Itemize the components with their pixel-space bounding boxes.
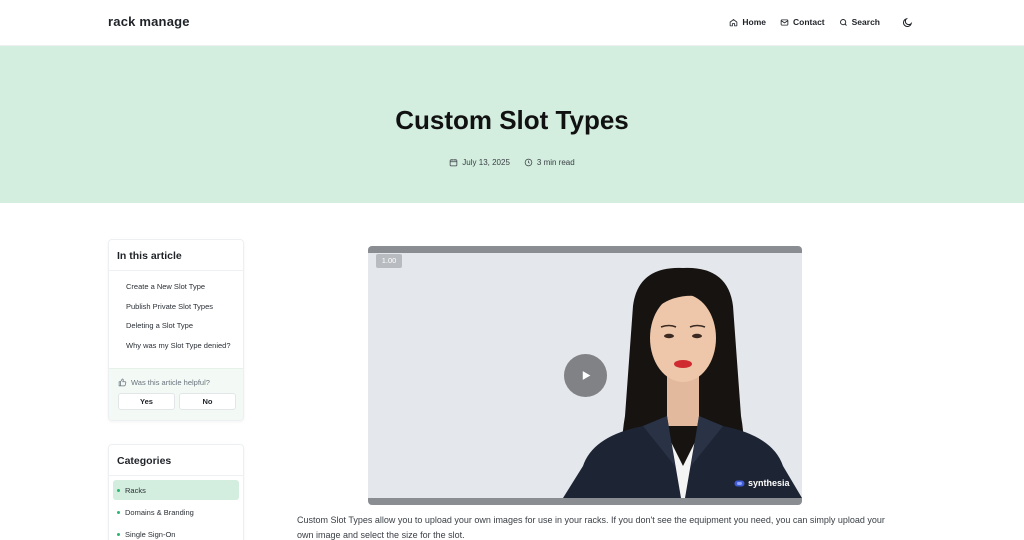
toc-link[interactable]: Deleting a Slot Type bbox=[126, 316, 243, 336]
category-item-sso[interactable]: Single Sign-On bbox=[113, 524, 239, 540]
play-button[interactable] bbox=[564, 354, 607, 397]
category-label: Domains & Branding bbox=[125, 507, 194, 517]
categories-title: Categories bbox=[109, 445, 243, 476]
watermark-text: synthesia bbox=[748, 478, 790, 488]
category-item-domains[interactable]: Domains & Branding bbox=[113, 502, 239, 522]
read-time-text: 3 min read bbox=[536, 158, 575, 167]
article-meta: July 13, 2025 3 min read bbox=[0, 158, 1024, 167]
home-icon bbox=[730, 18, 738, 26]
nav-contact-link[interactable]: Contact bbox=[780, 17, 825, 27]
hero-banner: Custom Slot Types July 13, 2025 3 min re… bbox=[0, 46, 1024, 203]
feedback-question: Was this article helpful? bbox=[118, 378, 210, 387]
article-intro: Custom Slot Types allow you to upload yo… bbox=[297, 515, 885, 540]
brand-logo[interactable]: rack manage bbox=[108, 14, 190, 29]
categories-list: Racks Domains & Branding Single Sign-On bbox=[109, 476, 243, 540]
bullet-dot-icon bbox=[117, 510, 120, 514]
watermark-logo: synthesia bbox=[734, 478, 790, 488]
playback-speed-button[interactable]: 1.00 bbox=[376, 254, 402, 268]
table-of-contents: In this article Create a New Slot Type P… bbox=[108, 239, 244, 421]
video-top-bar bbox=[368, 246, 802, 253]
page-title: Custom Slot Types bbox=[395, 105, 629, 135]
video-player[interactable]: 1.00 synthesia bbox=[368, 246, 802, 505]
toc-list: Create a New Slot Type Publish Private S… bbox=[109, 271, 243, 355]
top-navigation-bar: rack manage Home Contact Search bbox=[0, 0, 1024, 46]
main-nav: Home Contact Search bbox=[729, 16, 914, 28]
toc-title: In this article bbox=[109, 240, 243, 271]
nav-contact-label: Contact bbox=[793, 17, 825, 27]
mail-icon bbox=[780, 18, 789, 26]
nav-search-label: Search bbox=[851, 17, 880, 27]
feedback-panel: Was this article helpful? Yes No bbox=[109, 368, 243, 420]
nav-home-label: Home bbox=[742, 17, 766, 27]
feedback-no-button[interactable]: No bbox=[179, 393, 236, 410]
thumbs-up-icon bbox=[118, 378, 127, 387]
bullet-dot-icon bbox=[117, 488, 120, 492]
bullet-dot-icon bbox=[117, 532, 120, 536]
category-item-racks[interactable]: Racks bbox=[113, 480, 239, 500]
categories-panel: Categories Racks Domains & Branding Sing… bbox=[108, 444, 244, 540]
nav-home-link[interactable]: Home bbox=[729, 17, 766, 27]
theme-toggle-button[interactable] bbox=[902, 16, 914, 28]
read-time: 3 min read bbox=[524, 158, 575, 167]
toc-link[interactable]: Why was my Slot Type denied? bbox=[126, 336, 243, 356]
calendar-icon bbox=[450, 159, 458, 167]
category-label: Single Sign-On bbox=[125, 529, 176, 539]
clock-icon bbox=[524, 158, 533, 167]
nav-search-link[interactable]: Search bbox=[839, 17, 880, 27]
category-label: Racks bbox=[125, 485, 146, 495]
video-progress-bar[interactable] bbox=[368, 498, 802, 505]
feedback-yes-button[interactable]: Yes bbox=[118, 393, 175, 410]
play-icon bbox=[582, 371, 591, 380]
search-icon bbox=[839, 18, 847, 26]
toc-link[interactable]: Publish Private Slot Types bbox=[126, 297, 243, 317]
toc-link[interactable]: Create a New Slot Type bbox=[126, 277, 243, 297]
publish-date-text: July 13, 2025 bbox=[462, 158, 510, 167]
feedback-question-text: Was this article helpful? bbox=[131, 378, 210, 387]
moon-icon bbox=[903, 17, 913, 27]
publish-date: July 13, 2025 bbox=[449, 158, 510, 167]
feedback-buttons: Yes No bbox=[118, 393, 236, 410]
synthesia-logo-icon bbox=[734, 480, 745, 486]
